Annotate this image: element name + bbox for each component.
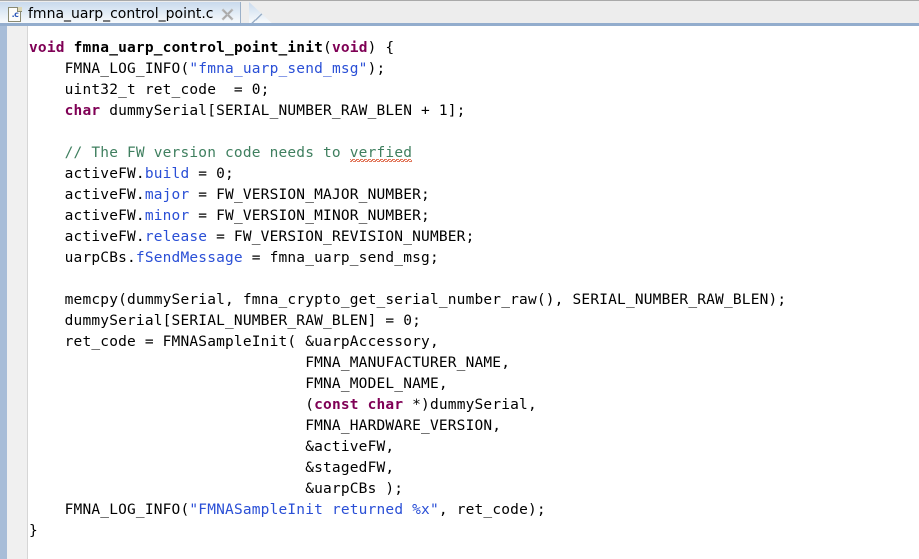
code-line: FMNA_HARDWARE_VERSION, [29, 416, 919, 437]
tab-label: fmna_uarp_control_point.c [28, 6, 214, 22]
close-icon[interactable] [221, 8, 234, 21]
code-token-plain: uint32_t ret_code = 0; [29, 82, 270, 98]
editor-gutter[interactable] [7, 26, 28, 559]
code-token-plain: = 0; [189, 166, 234, 182]
code-token-plain: *)dummySerial, [403, 397, 537, 413]
code-line: &uarpCBs ); [29, 479, 919, 500]
code-token-plain: dummySerial[SERIAL_NUMBER_RAW_BLEN + 1]; [100, 103, 466, 119]
c-source-file-icon: .c [8, 6, 22, 22]
code-line: uint32_t ret_code = 0; [29, 80, 919, 101]
code-token-plain: activeFW. [29, 187, 145, 203]
code-token-plain: FMNA_LOG_INFO( [29, 61, 190, 77]
code-token-fld: build [144, 166, 190, 182]
code-token-plain: ); [367, 61, 386, 77]
code-line: ret_code = FMNASampleInit( &uarpAccessor… [29, 332, 919, 353]
code-token-plain: ) { [367, 40, 395, 56]
code-token-plain: activeFW. [29, 208, 145, 224]
code-token-plain: FMNA_LOG_INFO( [29, 502, 190, 518]
code-token-plain: uarpCBs. [29, 250, 136, 266]
code-line: } [29, 521, 919, 542]
code-token-plain: ( [29, 397, 315, 413]
editor-left-accent-bar [0, 26, 7, 559]
code-line: void fmna_uarp_control_point_init(void) … [29, 38, 919, 59]
code-line: uarpCBs.fSendMessage = fmna_uarp_send_ms… [29, 248, 919, 269]
code-token-plain: activeFW. [29, 229, 145, 245]
code-token-plain: = fmna_uarp_send_msg; [242, 250, 439, 266]
code-token-plain: &stagedFW, [29, 460, 395, 476]
code-token-plain: ( [323, 40, 332, 56]
code-lines: void fmna_uarp_control_point_init(void) … [29, 38, 919, 542]
code-token-kw: char [64, 103, 101, 119]
code-token-plain: FMNA_MANUFACTURER_NAME, [29, 355, 511, 371]
code-token-fld: major [144, 187, 190, 203]
misspelled-word: verfied [349, 145, 413, 162]
code-line: memcpy(dummySerial, fmna_crypto_get_seri… [29, 290, 919, 311]
code-token-plain: activeFW. [29, 166, 145, 182]
code-token-plain: dummySerial[SERIAL_NUMBER_RAW_BLEN] = 0; [29, 313, 422, 329]
code-token-fld: minor [144, 208, 190, 224]
code-line: activeFW.release = FW_VERSION_REVISION_N… [29, 227, 919, 248]
code-token-plain: FMNA_MODEL_NAME, [29, 376, 448, 392]
code-line: FMNA_MANUFACTURER_NAME, [29, 353, 919, 374]
code-token-cmt: // The FW version code needs to [64, 145, 350, 161]
code-token-plain: } [29, 523, 38, 539]
code-line: activeFW.build = 0; [29, 164, 919, 185]
code-token-str: "FMNASampleInit returned %x" [189, 502, 439, 518]
code-line: FMNA_MODEL_NAME, [29, 374, 919, 395]
code-token-str: "fmna_uarp_send_msg" [189, 61, 368, 77]
code-token-kw: const char [314, 397, 404, 413]
code-line: activeFW.major = FW_VERSION_MAJOR_NUMBER… [29, 185, 919, 206]
code-editor-window: .c fmna_uarp_control_point.c void fmna_u… [0, 0, 919, 559]
code-line: // The FW version code needs to verfied [29, 143, 919, 164]
code-line: activeFW.minor = FW_VERSION_MINOR_NUMBER… [29, 206, 919, 227]
code-line: dummySerial[SERIAL_NUMBER_RAW_BLEN] = 0; [29, 311, 919, 332]
code-token-plain: , ret_code); [438, 502, 546, 518]
editor-tab-bar: .c fmna_uarp_control_point.c [0, 0, 919, 26]
code-token-plain: &activeFW, [29, 439, 395, 455]
code-line: char dummySerial[SERIAL_NUMBER_RAW_BLEN … [29, 101, 919, 122]
code-token-fld: fSendMessage [135, 250, 243, 266]
code-token-plain: FMNA_HARDWARE_VERSION, [29, 418, 502, 434]
code-token-plain: memcpy(dummySerial, fmna_crypto_get_seri… [29, 292, 787, 308]
code-line: (const char *)dummySerial, [29, 395, 919, 416]
code-token-plain: &uarpCBs ); [29, 481, 404, 497]
function-name-token: fmna_uarp_control_point_init [73, 40, 324, 56]
code-token-plain: = FW_VERSION_MAJOR_NUMBER; [189, 187, 430, 203]
code-token-fld: release [144, 229, 208, 245]
code-line: &stagedFW, [29, 458, 919, 479]
code-token-kw: void [331, 40, 368, 56]
code-line: FMNA_LOG_INFO("fmna_uarp_send_msg"); [29, 59, 919, 80]
code-line: &activeFW, [29, 437, 919, 458]
code-token-plain: ret_code = FMNASampleInit( &uarpAccessor… [29, 334, 439, 350]
c-source-file-icon-label: .c [11, 9, 19, 19]
code-line: FMNA_LOG_INFO("FMNASampleInit returned %… [29, 500, 919, 521]
code-token-plain: = FW_VERSION_REVISION_NUMBER; [207, 229, 475, 245]
code-token-kw: void [29, 40, 65, 56]
code-editor-text-area[interactable]: void fmna_uarp_control_point_init(void) … [29, 26, 919, 559]
code-token-plain: = FW_VERSION_MINOR_NUMBER; [189, 208, 430, 224]
